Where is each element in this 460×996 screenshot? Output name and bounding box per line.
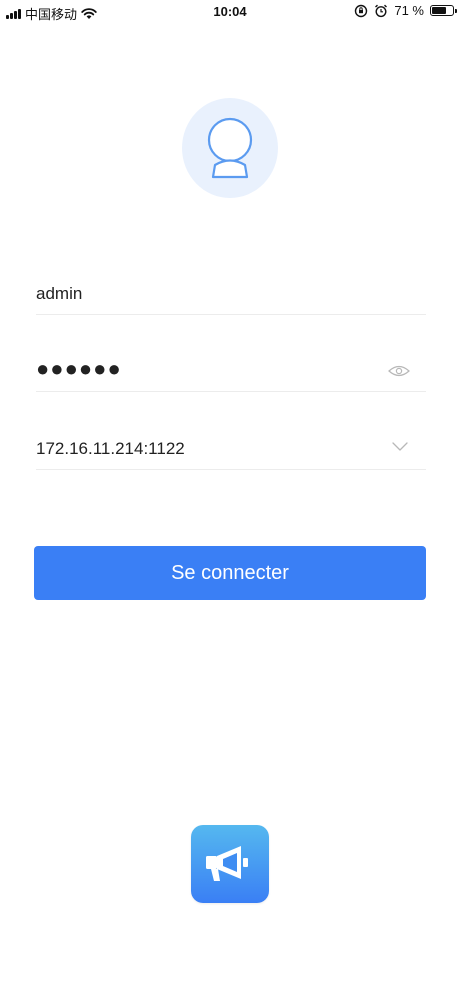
- user-avatar-icon: [207, 117, 253, 179]
- server-select[interactable]: 172.16.11.214:1122: [36, 430, 366, 468]
- alarm-icon: [375, 4, 388, 17]
- broadcast-app-button[interactable]: [191, 825, 269, 903]
- megaphone-icon: [206, 846, 248, 881]
- username-field-row: [36, 275, 426, 315]
- rotation-lock-icon: [355, 4, 368, 17]
- battery-percent: 71 %: [394, 3, 424, 18]
- password-field-row: ●●●●●●: [36, 352, 426, 392]
- username-input[interactable]: [36, 275, 366, 313]
- password-input[interactable]: ●●●●●●: [36, 350, 366, 388]
- battery-fill: [432, 7, 447, 14]
- server-field-row: 172.16.11.214:1122: [36, 430, 426, 470]
- chevron-down-icon[interactable]: [392, 440, 408, 452]
- status-bar: 中国移动 10:04 71 %: [0, 0, 460, 24]
- status-right: 71 %: [354, 3, 457, 18]
- user-avatar: [182, 98, 278, 198]
- eye-icon[interactable]: [388, 364, 410, 378]
- login-button[interactable]: Se connecter: [34, 546, 426, 600]
- battery-icon: [430, 5, 457, 16]
